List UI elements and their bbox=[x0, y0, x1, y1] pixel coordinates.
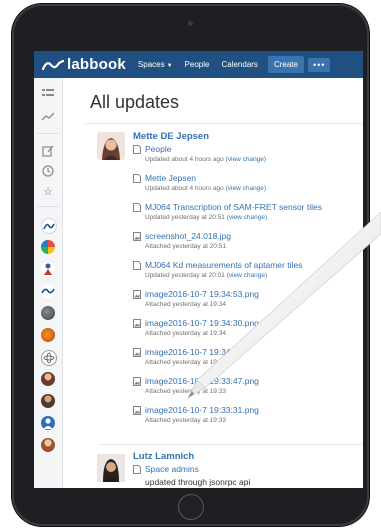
create-page-icon[interactable] bbox=[41, 144, 55, 158]
update-timestamp: Updated about 4 hours ago bbox=[145, 185, 224, 192]
recent-clock-icon[interactable] bbox=[41, 164, 55, 178]
page-icon bbox=[133, 465, 141, 474]
view-change-link[interactable]: (view change) bbox=[226, 185, 266, 192]
screen: labbook Spaces ▼ People Calendars Create … bbox=[34, 51, 363, 488]
update-meta: Updated yesterday at 20:51 (view change) bbox=[145, 214, 267, 221]
update-timestamp: Attached yesterday at 19:34 bbox=[145, 330, 226, 337]
update-meta: Attached yesterday at 19:34 bbox=[145, 330, 226, 337]
user-avatar-3[interactable] bbox=[41, 438, 55, 452]
update-meta: Updated about 4 hours ago (view change) bbox=[145, 156, 266, 163]
update-meta: Updated about 4 hours ago (view change) bbox=[145, 185, 266, 192]
update-title-link[interactable]: MJ064 Transcription of SAM-FRET sensor t… bbox=[145, 202, 322, 212]
sidebar-separator bbox=[38, 133, 58, 134]
space-avatar-orange[interactable] bbox=[41, 328, 55, 342]
view-change-link[interactable]: (view change) bbox=[227, 272, 267, 279]
update-title-link[interactable]: image2016-10-7 19:33:47.png bbox=[145, 376, 259, 386]
top-nav-bar: labbook Spaces ▼ People Calendars Create … bbox=[34, 51, 363, 78]
update-meta: Attached yesterday at 19:33 bbox=[145, 388, 226, 395]
author-avatar-lutz[interactable] bbox=[97, 454, 125, 482]
update-meta: Updated yesterday at 20:01 (view change) bbox=[145, 272, 267, 279]
nav-spaces[interactable]: Spaces ▼ bbox=[138, 60, 173, 69]
update-timestamp: Attached yesterday at 19:33 bbox=[145, 388, 226, 395]
create-button[interactable]: Create bbox=[267, 56, 304, 73]
page-icon bbox=[133, 261, 141, 270]
update-meta: Attached yesterday at 20:51 bbox=[145, 243, 226, 250]
nav-people[interactable]: People bbox=[185, 60, 210, 69]
update-title-link[interactable]: MJ064 Kd measurements of aptamer tiles bbox=[145, 260, 302, 270]
update-title-link[interactable]: Space admins bbox=[145, 464, 199, 474]
star-icon[interactable]: ☆ bbox=[41, 184, 55, 198]
update-title-link[interactable]: image2016-10-7 19:34:53.png bbox=[145, 289, 259, 299]
list-view-icon[interactable] bbox=[41, 86, 55, 100]
page-title: All updates bbox=[90, 92, 180, 112]
space-avatar-color-wheel[interactable] bbox=[41, 240, 55, 254]
view-change-link[interactable]: (view change) bbox=[226, 156, 266, 163]
user-avatar-default[interactable] bbox=[41, 416, 55, 430]
update-title-link[interactable]: image2016-10-7 19:33:31.png bbox=[145, 405, 259, 415]
update-timestamp: Attached yesterday at 19 bbox=[145, 359, 217, 366]
update-meta: Attached yesterday at 19 bbox=[145, 359, 217, 366]
logo-text: labbook bbox=[67, 56, 126, 73]
home-button[interactable] bbox=[177, 494, 204, 520]
space-avatar-figure[interactable] bbox=[41, 262, 55, 276]
page-icon bbox=[133, 203, 141, 212]
image-file-icon bbox=[133, 348, 141, 357]
tablet-device: labbook Spaces ▼ People Calendars Create … bbox=[12, 4, 369, 526]
update-title-link[interactable]: People bbox=[145, 144, 171, 154]
sidebar: ☆ bbox=[34, 78, 63, 488]
author-name[interactable]: Mette DE Jepsen bbox=[133, 131, 209, 142]
user-avatar-2[interactable] bbox=[41, 394, 55, 408]
image-file-icon bbox=[133, 319, 141, 328]
space-avatar-wave[interactable] bbox=[41, 284, 55, 298]
page-icon bbox=[133, 145, 141, 154]
image-file-icon bbox=[133, 406, 141, 415]
space-avatar-labbook[interactable] bbox=[41, 218, 57, 234]
update-note: updated through jsonrpc api bbox=[145, 477, 251, 487]
front-camera bbox=[188, 21, 193, 26]
view-change-link[interactable]: (view change) bbox=[227, 214, 267, 221]
activity-icon[interactable] bbox=[41, 110, 55, 124]
update-timestamp: Updated yesterday at 20:01 bbox=[145, 272, 225, 279]
image-file-icon bbox=[133, 377, 141, 386]
page-icon bbox=[133, 174, 141, 183]
image-file-icon bbox=[133, 232, 141, 241]
update-meta: Attached yesterday at 19:33 bbox=[145, 417, 226, 424]
nav-calendars[interactable]: Calendars bbox=[221, 60, 257, 69]
space-avatar-atom[interactable] bbox=[41, 350, 57, 366]
update-timestamp: Updated yesterday at 20:51 bbox=[145, 214, 225, 221]
update-title-link[interactable]: image2016-10-7 19:34:0 bbox=[145, 347, 238, 357]
more-menu-button[interactable]: ••• bbox=[307, 57, 331, 72]
image-file-icon bbox=[133, 290, 141, 299]
author-name[interactable]: Lutz Lamnich bbox=[133, 451, 194, 462]
update-meta: Attached yesterday at 19:34 bbox=[145, 301, 226, 308]
main-content: All updates Mette DE Jepsen People Update… bbox=[63, 78, 363, 488]
sidebar-separator bbox=[38, 206, 58, 207]
update-title-link[interactable]: image2016-10-7 19:34:30.png bbox=[145, 318, 259, 328]
update-timestamp: Attached yesterday at 19:34 bbox=[145, 301, 226, 308]
author-avatar-mette[interactable] bbox=[97, 132, 125, 160]
update-title-link[interactable]: Mette Jepsen bbox=[145, 173, 196, 183]
update-timestamp: Attached yesterday at 19:33 bbox=[145, 417, 226, 424]
update-title-link[interactable]: screenshot_24.018.jpg bbox=[145, 231, 231, 241]
labbook-logo[interactable]: labbook bbox=[42, 56, 126, 73]
user-avatar-1[interactable] bbox=[41, 372, 55, 386]
title-divider bbox=[85, 123, 363, 124]
update-timestamp: Attached yesterday at 20:51 bbox=[145, 243, 226, 250]
update-timestamp: Updated about 4 hours ago bbox=[145, 156, 224, 163]
space-avatar-gray[interactable] bbox=[41, 306, 55, 320]
labbook-logo-icon bbox=[42, 59, 64, 70]
group-divider bbox=[99, 444, 363, 445]
chevron-down-icon: ▼ bbox=[166, 63, 173, 69]
